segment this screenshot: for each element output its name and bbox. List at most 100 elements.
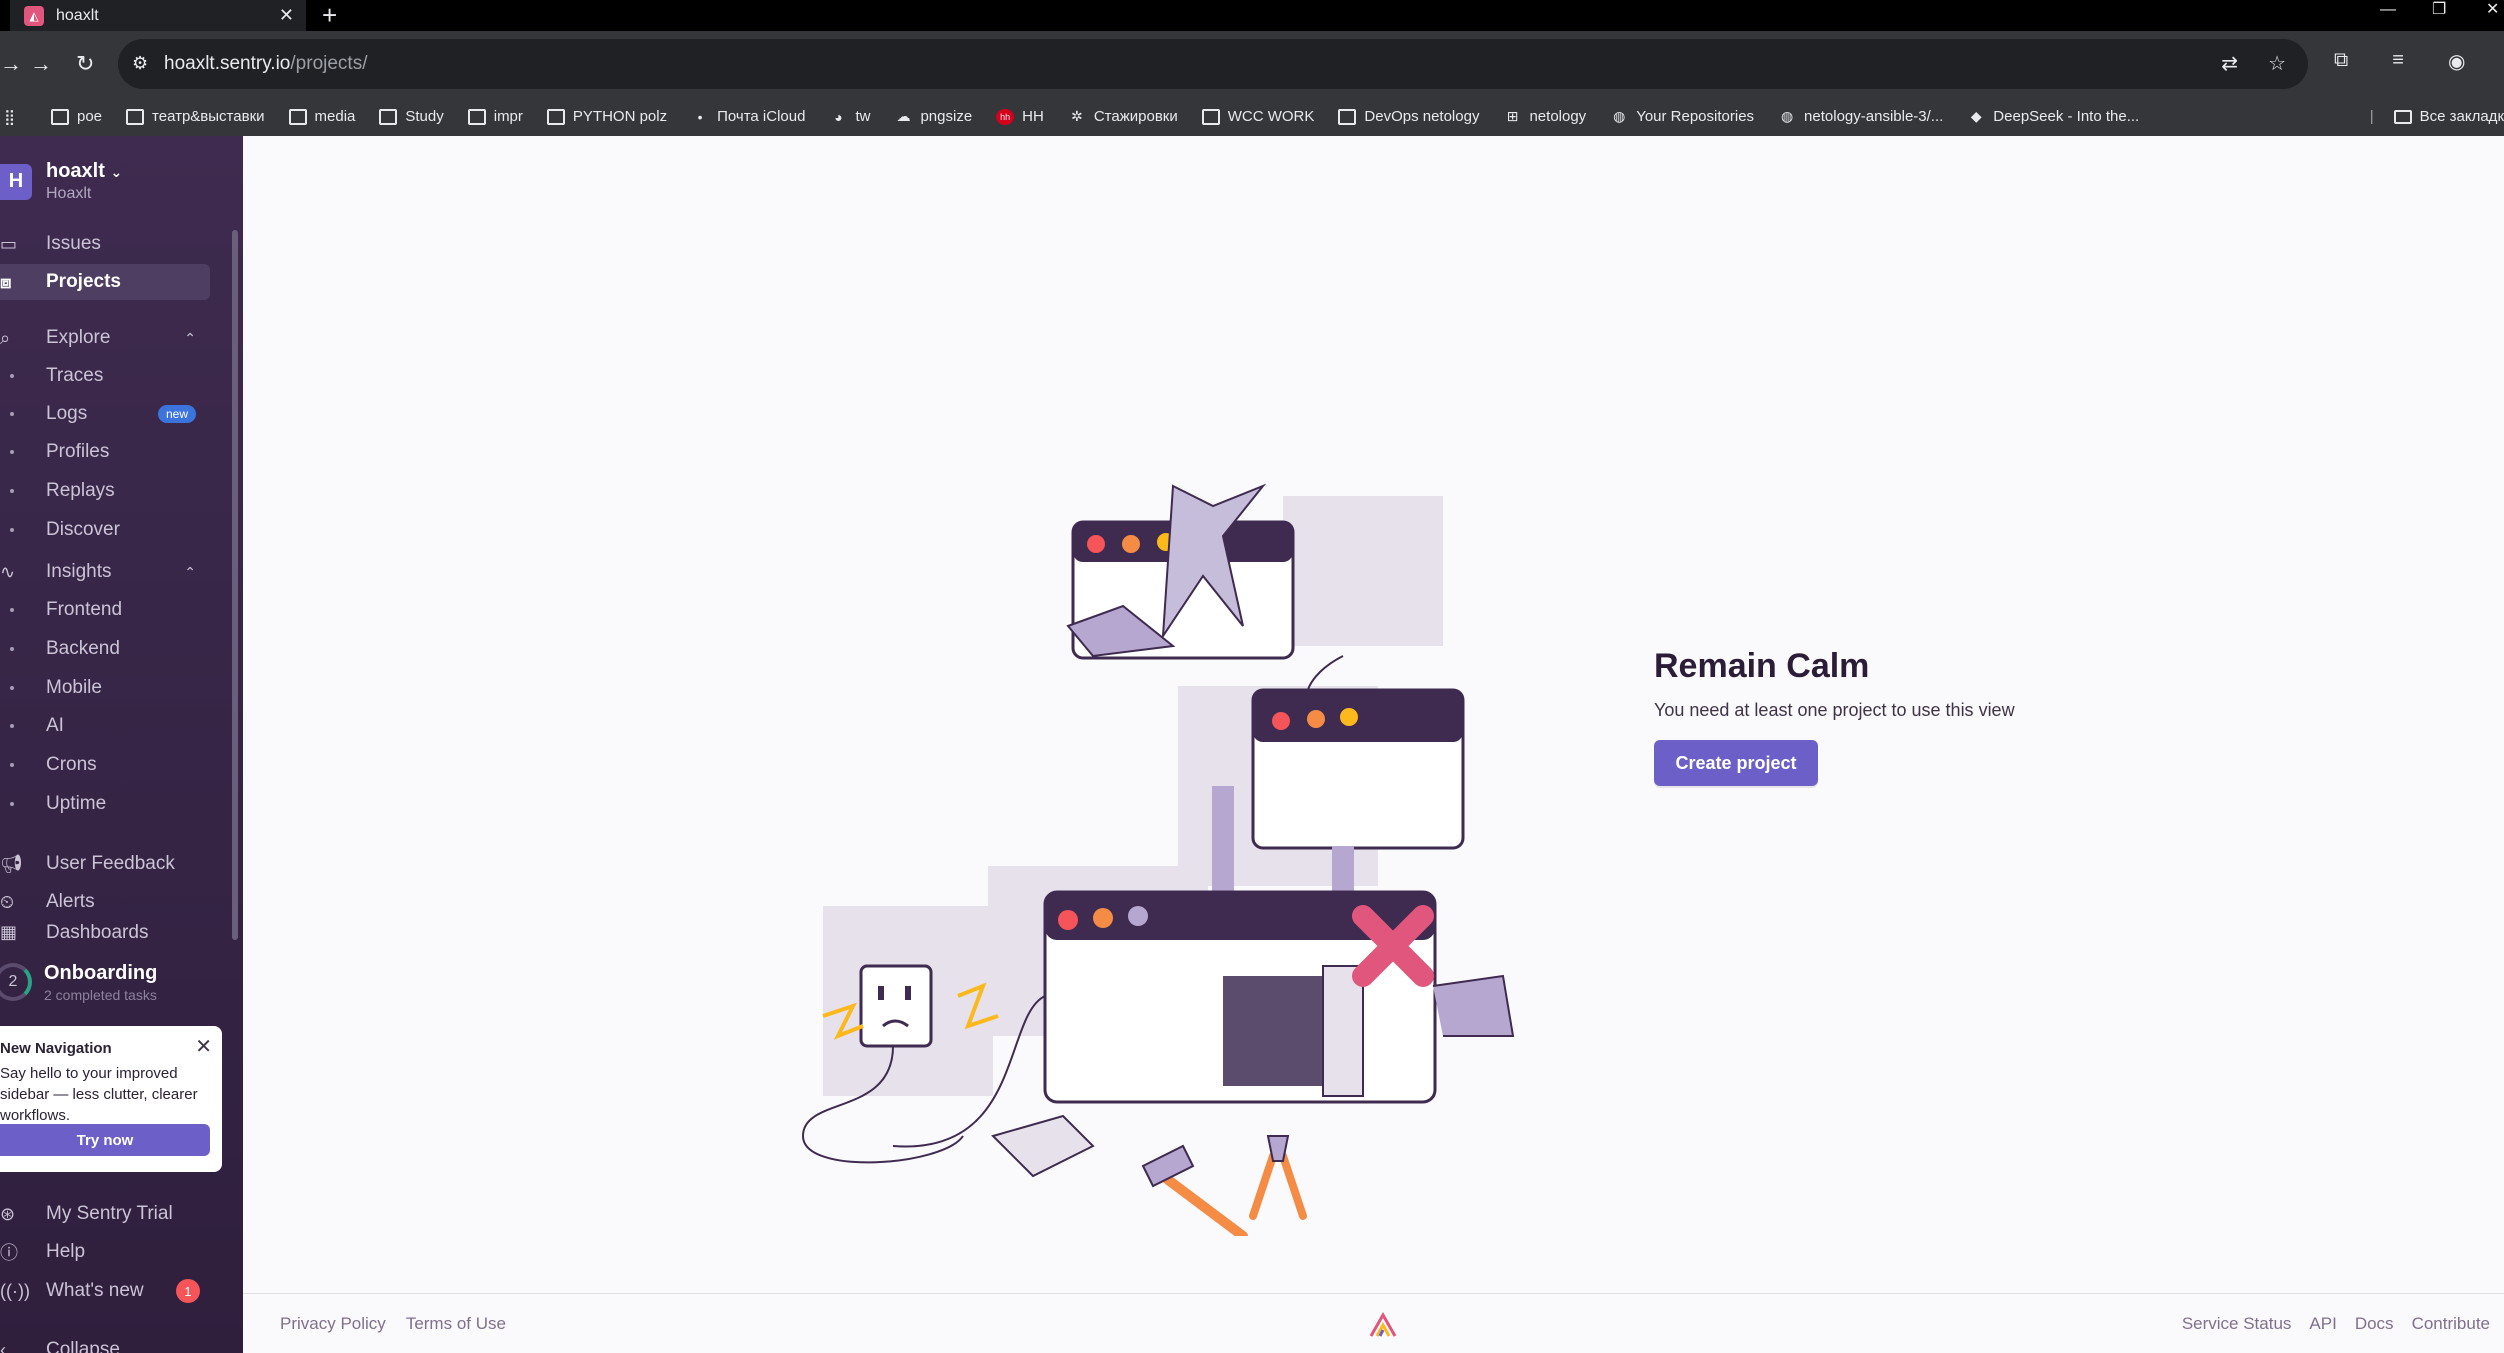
org-avatar: H: [0, 163, 32, 200]
profile-icon[interactable]: ◉: [2448, 49, 2465, 74]
close-window-icon[interactable]: ✕: [2486, 0, 2499, 31]
reload-icon[interactable]: ↻: [76, 51, 94, 77]
media-icon[interactable]: ≡: [2392, 49, 2404, 74]
bookmark-item[interactable]: ☁ pngsize: [894, 108, 972, 125]
sentry-logo-icon: [1369, 1312, 1397, 1337]
sidebar-item-dashboards[interactable]: ▦ Dashboards: [0, 922, 210, 946]
megaphone-icon: 📢︎: [0, 853, 23, 874]
bookmark-label: театр&выставки: [152, 108, 265, 125]
sidebar-item-issues[interactable]: ▭ Issues: [0, 226, 210, 262]
back-icon[interactable]: →: [0, 51, 22, 77]
address-bar: → → ↻ ⚙ hoaxlt.sentry.io/projects/ ⇄ ☆ ⧉…: [0, 31, 2504, 97]
sidebar-collapse-button[interactable]: ‹ Collapse: [0, 1332, 210, 1353]
try-now-button[interactable]: Try now: [0, 1124, 210, 1156]
new-badge: new: [157, 405, 196, 423]
contribute-link[interactable]: Contribute: [2412, 1314, 2490, 1334]
sidebar-item-projects[interactable]: ⧈ Projects: [0, 264, 210, 300]
sidebar-item-uptime[interactable]: Uptime: [0, 788, 210, 820]
extensions-icon[interactable]: ⧉: [2334, 49, 2348, 74]
onboarding-panel[interactable]: 2 Onboarding 2 completed tasks: [0, 952, 243, 1012]
bookmark-item[interactable]: hh HH: [996, 108, 1044, 125]
github-icon: ◍: [1780, 108, 1794, 124]
site-info-icon[interactable]: ⚙: [132, 53, 154, 75]
bookmark-item[interactable]: Study: [379, 108, 444, 125]
browser-tab[interactable]: ◭ hoaxlt ✕: [10, 0, 306, 31]
all-bookmarks[interactable]: | Все закладк: [2370, 97, 2504, 136]
sidebar-item-mobile[interactable]: Mobile: [0, 672, 210, 704]
create-project-button[interactable]: Create project: [1654, 740, 1818, 786]
sentry-favicon-icon: ◭: [24, 5, 44, 26]
bookmark-item[interactable]: • Почта iCloud: [691, 108, 806, 125]
footer: Privacy Policy Terms of Use Service Stat…: [243, 1293, 2504, 1353]
sidebar-item-logs[interactable]: Logs new: [0, 398, 210, 430]
inbox-icon: ▭: [0, 233, 18, 254]
restore-icon[interactable]: ❐: [2432, 0, 2446, 31]
org-subtitle: Hoaxlt: [46, 185, 92, 202]
middle-window: [1251, 688, 1465, 850]
bookmark-item[interactable]: ◆ DeepSeek - Into the...: [1967, 108, 2139, 125]
privacy-policy-link[interactable]: Privacy Policy: [280, 1314, 386, 1334]
new-tab-icon[interactable]: +: [322, 0, 337, 31]
bookmark-label: netology-ansible-3/...: [1804, 108, 1944, 125]
folder-icon: [2393, 109, 2412, 124]
bookmark-item[interactable]: PYTHON polz: [546, 108, 667, 125]
insights-icon: ∿: [0, 561, 16, 582]
tw-icon: ◕: [834, 108, 843, 125]
sidebar-item-user-feedback[interactable]: 📢︎ User Feedback: [0, 846, 210, 882]
bookmark-label: DeepSeek - Into the...: [1993, 108, 2140, 125]
sidebar-item-crons[interactable]: Crons: [0, 749, 210, 781]
bookmark-item[interactable]: театр&выставки: [126, 108, 265, 125]
sidebar-item-help[interactable]: ⓘ Help: [0, 1234, 210, 1270]
sidebar-item-replays[interactable]: Replays: [0, 475, 210, 507]
dashboard-icon: ▦: [0, 922, 18, 942]
url-host: hoaxlt.sentry.io: [164, 53, 291, 74]
terms-of-use-link[interactable]: Terms of Use: [406, 1314, 506, 1334]
sidebar-item-insights[interactable]: ∿ Insights ⌃: [0, 554, 210, 590]
close-icon[interactable]: ✕: [195, 1034, 212, 1059]
star-icon: ✲: [1070, 108, 1083, 124]
empty-state-title: Remain Calm: [1654, 647, 1870, 685]
service-status-link[interactable]: Service Status: [2182, 1314, 2292, 1334]
sidebar-item-ai[interactable]: AI: [0, 710, 210, 742]
bookmark-label: impr: [493, 108, 523, 125]
bookmark-item[interactable]: WCC WORK: [1201, 108, 1314, 125]
sidebar-item-whats-new[interactable]: ((·)) What's new 1: [0, 1273, 210, 1309]
chevron-up-icon: ⌃: [184, 329, 196, 346]
minimize-icon[interactable]: —: [2380, 0, 2396, 31]
bookmark-item[interactable]: DevOps netology: [1338, 108, 1479, 125]
bookmark-item[interactable]: impr: [467, 108, 523, 125]
forward-icon[interactable]: →: [30, 51, 52, 77]
folder-icon: [51, 108, 69, 125]
bookmark-item[interactable]: ◍ Your Repositories: [1610, 108, 1754, 125]
api-link[interactable]: API: [2309, 1314, 2336, 1334]
onboarding-subtitle: 2 completed tasks: [44, 986, 157, 1003]
url-input[interactable]: ⚙ hoaxlt.sentry.io/projects/ ⇄ ☆: [118, 39, 2308, 89]
bookmark-star-icon[interactable]: ☆: [2268, 51, 2286, 76]
bookmark-item[interactable]: poe: [51, 108, 102, 125]
bookmark-label: Study: [405, 108, 444, 125]
bookmark-item[interactable]: ◍ netology-ansible-3/...: [1778, 108, 1943, 125]
tab-close-icon[interactable]: ✕: [279, 5, 294, 26]
sidebar-scrollbar[interactable]: [232, 230, 238, 940]
bookmark-item[interactable]: ◕ tw: [829, 108, 870, 125]
apps-icon[interactable]: ⣿: [4, 108, 15, 126]
bookmark-item[interactable]: ⊞ netology: [1503, 108, 1587, 125]
sidebar-item-backend[interactable]: Backend: [0, 633, 210, 665]
sidebar-item-alerts[interactable]: ⏲ Alerts: [0, 884, 210, 920]
sidebar-item-discover[interactable]: Discover: [0, 514, 210, 546]
org-switcher[interactable]: H hoaxlt ⌄ Hoaxlt: [0, 160, 122, 203]
sidebar-item-frontend[interactable]: Frontend: [0, 594, 210, 626]
bookmark-label: pngsize: [920, 108, 973, 125]
bookmark-label: tw: [855, 108, 871, 125]
sidebar-item-trial[interactable]: ⊛ My Sentry Trial: [0, 1196, 210, 1232]
apple-icon: •: [697, 108, 703, 125]
sidebar-item-traces[interactable]: Traces: [0, 360, 210, 392]
bookmark-label: DevOps netology: [1364, 108, 1480, 125]
sidebar-item-profiles[interactable]: Profiles: [0, 436, 210, 468]
main-content: Remain Calm You need at least one projec…: [243, 136, 2504, 1353]
bookmark-item[interactable]: media: [288, 108, 355, 125]
translate-icon[interactable]: ⇄: [2221, 51, 2238, 76]
sidebar-item-explore[interactable]: ⌕ Explore ⌃: [0, 320, 210, 356]
docs-link[interactable]: Docs: [2355, 1314, 2394, 1334]
bookmark-item[interactable]: ✲ Стажировки: [1068, 108, 1178, 125]
